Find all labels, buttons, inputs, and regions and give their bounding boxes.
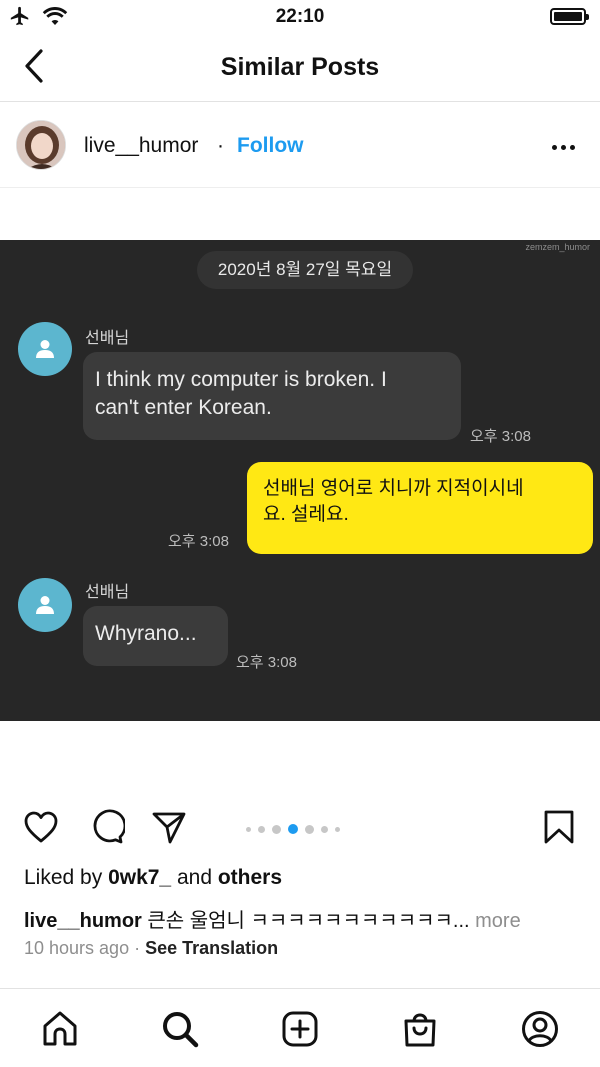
caption: live__humor 큰손 울엄니 ㅋㅋㅋㅋㅋㅋㅋㅋㅋㅋㅋ... more: [24, 904, 521, 933]
share-icon[interactable]: [150, 808, 188, 846]
bubble-line: I think my computer is broken. I: [95, 368, 387, 391]
comment-icon[interactable]: [87, 808, 125, 846]
clock: 22:10: [275, 6, 325, 27]
chat-avatar: [18, 322, 72, 376]
caption-more-link[interactable]: more: [470, 910, 521, 932]
caption-username[interactable]: live__humor: [24, 910, 142, 932]
carousel-dot: [305, 824, 314, 834]
post-time: 10 hours ago: [24, 938, 130, 958]
carousel-dot: [335, 826, 340, 832]
see-translation-link[interactable]: See Translation: [145, 938, 278, 958]
nav-bar: Similar Posts: [0, 34, 600, 102]
post-media[interactable]: zemzem_humor 2020년 8월 27일 목요일 선배님 I thin…: [0, 188, 600, 792]
carousel-indicator: [246, 824, 340, 834]
more-options-button[interactable]: [548, 132, 578, 162]
meta-separator: ·: [129, 938, 146, 958]
chat-date: 2020년 8월 27일 목요일: [197, 251, 413, 289]
carousel-dot: [258, 825, 265, 833]
liked-others[interactable]: others: [218, 866, 282, 889]
caption-text: 큰손 울엄니 ㅋㅋㅋㅋㅋㅋㅋㅋㅋㅋㅋ...: [141, 910, 470, 932]
chat-sender: 선배님: [85, 584, 130, 601]
chat-bubble-incoming: I think my computer is broken. I can't e…: [83, 352, 461, 440]
chat-bubble-incoming: Whyrano...: [83, 606, 228, 666]
home-icon[interactable]: [40, 1009, 80, 1049]
separator-dot: ·: [217, 134, 224, 157]
shop-icon[interactable]: [400, 1009, 440, 1049]
dot: [560, 144, 566, 150]
bubble-line: Whyrano...: [95, 622, 197, 645]
likes-prefix: Liked by: [24, 866, 109, 889]
heart-icon[interactable]: [22, 808, 60, 846]
watermark: zemzem_humor: [525, 242, 590, 252]
person-icon: [36, 596, 54, 614]
status-bar: 22:10: [0, 0, 600, 34]
chat-bubble-outgoing: 선배님 영어로 치니까 지적이시네 요. 설레요.: [247, 462, 593, 554]
post-header: live__humor · Follow: [0, 102, 600, 188]
chat-timestamp: 오후 3:08: [470, 428, 531, 445]
post-actions: [0, 792, 600, 862]
chat-screenshot-image: zemzem_humor 2020년 8월 27일 목요일 선배님 I thin…: [0, 240, 600, 721]
carousel-dot: [246, 826, 251, 832]
chat-timestamp: 오후 3:08: [236, 654, 297, 671]
likes-and: and: [171, 866, 218, 889]
person-icon: [36, 340, 54, 358]
likes-line[interactable]: Liked by 0wk7_ and others: [24, 866, 282, 890]
dot: [551, 144, 557, 150]
page-title: Similar Posts: [220, 53, 380, 81]
chat-timestamp: 오후 3:08: [168, 533, 229, 550]
carousel-dot: [321, 825, 328, 833]
carousel-dot: [272, 824, 281, 834]
chat-avatar: [18, 578, 72, 632]
post-meta: 10 hours ago · See Translation: [24, 938, 278, 959]
bubble-line: can't enter Korean.: [95, 396, 272, 419]
create-icon[interactable]: [280, 1009, 320, 1049]
follow-button[interactable]: Follow: [237, 134, 304, 158]
liked-by-user[interactable]: 0wk7_: [108, 866, 171, 889]
carousel-dot-active: [288, 824, 298, 834]
search-icon[interactable]: [160, 1009, 200, 1049]
post-username[interactable]: live__humor: [84, 134, 198, 158]
profile-icon[interactable]: [520, 1009, 560, 1049]
bookmark-icon[interactable]: [540, 808, 578, 846]
bottom-tab-bar: [0, 988, 600, 1067]
bubble-line: 선배님 영어로 치니까 지적이시네: [263, 478, 524, 499]
battery-icon: [550, 8, 589, 25]
chat-sender: 선배님: [85, 330, 130, 347]
avatar[interactable]: [16, 120, 66, 170]
bubble-line: 요. 설레요.: [263, 504, 349, 525]
dot: [569, 144, 575, 150]
